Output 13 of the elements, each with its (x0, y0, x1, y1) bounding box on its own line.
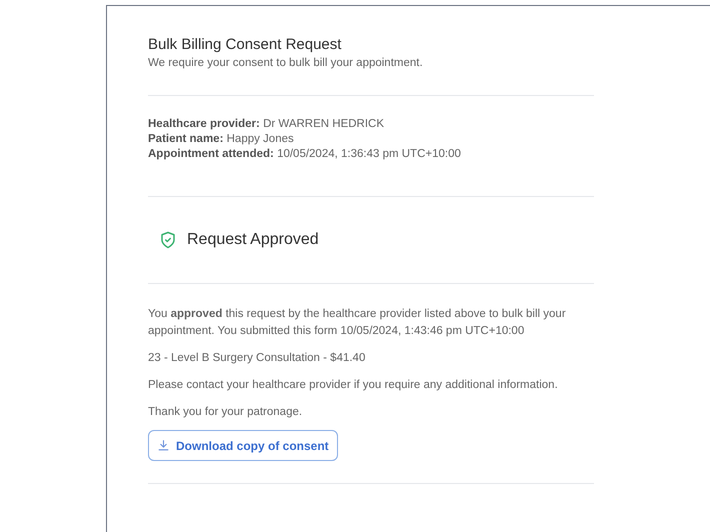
status-title: Request Approved (187, 230, 319, 250)
detail-line: Healthcare provider: Dr WARREN HEDRICK (148, 117, 386, 132)
body-paragraph: 23 - Level B Surgery Consultation - $41.40 (148, 351, 366, 366)
download-button[interactable]: Download copy of consent (148, 430, 338, 461)
detail-line: Patient name: Happy Jones (148, 132, 295, 147)
body-paragraph: Please contact your healthcare provider if you require any additional information. (148, 378, 559, 393)
download-icon (157, 439, 170, 452)
detail-line: Appointment attended: 10/05/2024, 1:36:43 pm UTC+10:00 (148, 147, 462, 162)
body-paragraph: Thank you for your patronage. (148, 405, 304, 420)
shield-check-icon (159, 230, 177, 250)
body-paragraph: You approved this request by the healthcare provider listed above to bulk bill your appointment. You submitted this form 10/05/2024, 1:43:46 pm UTC+10:00 (148, 307, 567, 339)
page-title: Bulk Billing Consent Request (148, 36, 342, 54)
page-subtitle: We require your consent to bulk bill your appointment. (148, 56, 424, 71)
